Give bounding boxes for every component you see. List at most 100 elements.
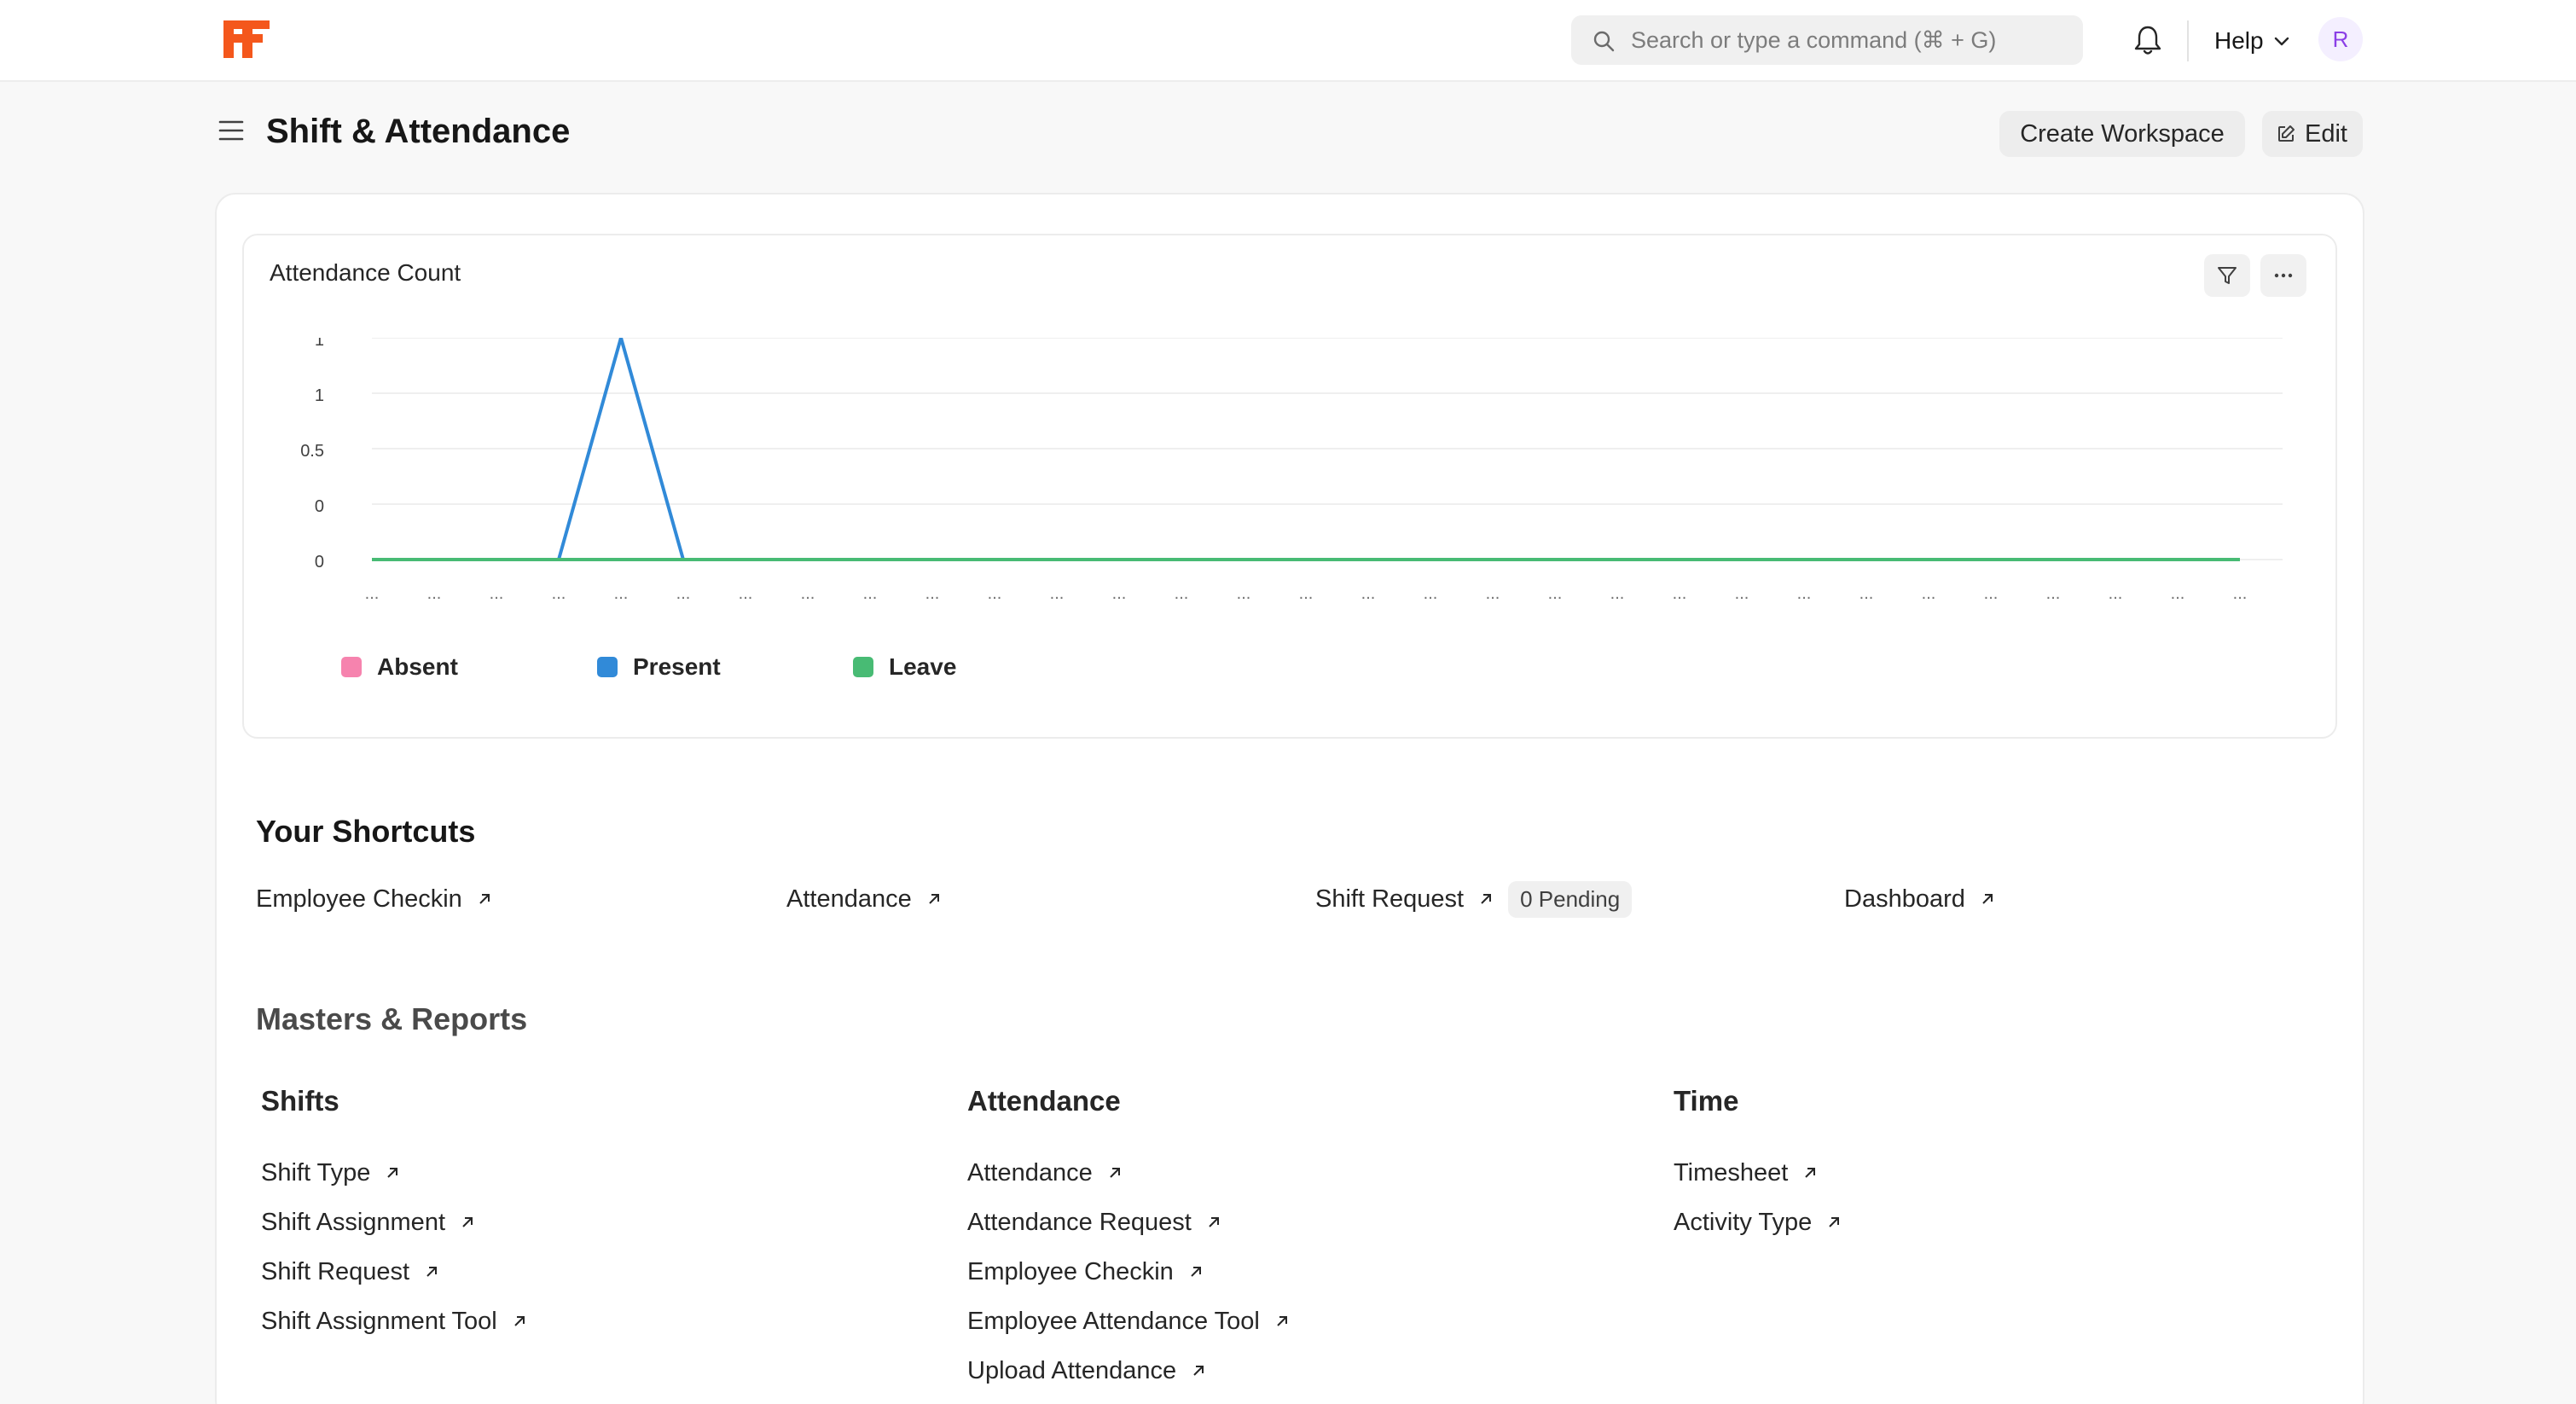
x-tick-label: ...	[552, 584, 566, 603]
x-tick-label: ...	[1299, 584, 1314, 603]
navbar-divider	[2187, 20, 2189, 61]
search-icon	[1593, 31, 1615, 52]
link-shift-request[interactable]: Shift Request	[261, 1247, 528, 1297]
notification-bell-icon[interactable]	[2132, 24, 2163, 56]
edit-icon	[2278, 125, 2295, 142]
link-label: Attendance Request	[967, 1208, 1192, 1236]
search-bar[interactable]	[1571, 15, 2083, 65]
legend-swatch	[597, 657, 618, 677]
card-links: Timesheet Activity Type	[1674, 1148, 1842, 1247]
card-title: Shifts	[261, 1085, 339, 1117]
arrow-up-right-icon	[387, 1168, 398, 1178]
attendance-chart-card: Attendance Count 1 1 0.5 0 0................…	[242, 234, 2337, 739]
arrow-up-right-icon	[479, 894, 490, 904]
link-shift-type[interactable]: Shift Type	[261, 1148, 528, 1198]
edit-button[interactable]: Edit	[2262, 111, 2363, 157]
x-tick-label: ...	[1610, 584, 1625, 603]
arrow-up-right-icon	[1209, 1217, 1219, 1227]
shortcut-dashboard[interactable]: Dashboard	[1844, 882, 1996, 916]
x-tick-label: ...	[1859, 584, 1874, 603]
shortcut-label: Employee Checkin	[256, 885, 462, 913]
x-tick-label: ...	[2046, 584, 2061, 603]
arrow-up-right-icon	[929, 894, 939, 904]
link-activity-type[interactable]: Activity Type	[1674, 1198, 1842, 1247]
x-tick-label: ...	[863, 584, 878, 603]
link-shift-assignment[interactable]: Shift Assignment	[261, 1198, 528, 1247]
page-header: Shift & Attendance Create Workspace Edit	[0, 82, 2576, 184]
shortcut-shift-request[interactable]: Shift Request 0 Pending	[1315, 880, 1633, 918]
legend-label: Leave	[889, 653, 957, 680]
link-label: Timesheet	[1674, 1158, 1789, 1186]
y-tick-label: 0.5	[300, 442, 324, 461]
legend-item-present[interactable]: Present	[597, 650, 721, 684]
x-tick-label: ...	[2233, 584, 2248, 603]
filter-icon	[2218, 267, 2237, 284]
link-label: Shift Request	[261, 1257, 410, 1285]
x-tick-label: ...	[1735, 584, 1749, 603]
x-tick-label: ...	[925, 584, 940, 603]
arrow-up-right-icon	[1481, 894, 1492, 904]
arrow-up-right-icon	[426, 1267, 438, 1277]
link-label: Shift Assignment Tool	[261, 1307, 497, 1335]
x-tick-label: ...	[1175, 584, 1189, 603]
x-tick-label: ...	[1361, 584, 1376, 603]
x-tick-label: ...	[988, 584, 1002, 603]
workspace-container: Attendance Count 1 1 0.5 0 0................…	[215, 193, 2364, 1404]
page-title: Shift & Attendance	[266, 113, 571, 150]
link-label: Employee Checkin	[967, 1257, 1174, 1285]
link-attendance[interactable]: Attendance	[967, 1148, 1291, 1198]
x-tick-label: ...	[676, 584, 691, 603]
x-tick-label: ...	[427, 584, 442, 603]
arrow-up-right-icon	[1110, 1168, 1120, 1178]
card-links: Shift Type Shift Assignment Shift Reques…	[261, 1148, 528, 1346]
create-workspace-label: Create Workspace	[2020, 119, 2225, 148]
search-input[interactable]	[1631, 15, 2066, 65]
legend-item-absent[interactable]: Absent	[341, 650, 458, 684]
x-tick-label: ...	[1050, 584, 1065, 603]
legend-label: Absent	[377, 653, 458, 680]
y-tick-label: 1	[315, 338, 324, 350]
x-tick-label: ...	[801, 584, 815, 603]
link-label: Shift Type	[261, 1158, 371, 1186]
user-avatar[interactable]: R	[2318, 17, 2363, 61]
link-shift-assignment-tool[interactable]: Shift Assignment Tool	[261, 1297, 528, 1346]
shortcut-employee-checkin[interactable]: Employee Checkin	[256, 882, 493, 916]
arrow-up-right-icon	[1982, 894, 1993, 904]
sidebar-toggle-icon[interactable]	[218, 118, 244, 143]
arrow-up-right-icon	[1805, 1168, 1816, 1178]
arrow-up-right-icon	[1191, 1267, 1201, 1277]
card-attendance: Attendance Attendance Attendance Request…	[967, 1085, 1291, 1395]
link-label: Activity Type	[1674, 1208, 1813, 1236]
x-tick-label: ...	[1424, 584, 1438, 603]
x-tick-label: ...	[1984, 584, 1999, 603]
link-timesheet[interactable]: Timesheet	[1674, 1148, 1842, 1198]
y-tick-label: 1	[315, 386, 324, 405]
shortcut-attendance[interactable]: Attendance	[786, 882, 943, 916]
link-employee-attendance-tool[interactable]: Employee Attendance Tool	[967, 1297, 1291, 1346]
chart-filter-button[interactable]	[2204, 254, 2250, 297]
frappe-logo-icon[interactable]	[220, 17, 273, 61]
x-tick-label: ...	[1112, 584, 1127, 603]
link-attendance-request[interactable]: Attendance Request	[967, 1198, 1291, 1247]
masters-reports-title: Masters & Reports	[256, 1001, 528, 1036]
chart-title: Attendance Count	[270, 259, 461, 286]
navbar: Help R	[0, 0, 2576, 82]
chart-more-button[interactable]	[2260, 254, 2306, 297]
x-tick-label: ...	[1486, 584, 1500, 603]
x-tick-label: ...	[1237, 584, 1251, 603]
shortcut-label: Dashboard	[1844, 885, 1965, 913]
create-workspace-button[interactable]: Create Workspace	[1999, 111, 2245, 157]
arrow-up-right-icon	[514, 1316, 525, 1326]
x-tick-label: ...	[490, 584, 504, 603]
attendance-line-chart: 1 1 0.5 0 0.................................…	[300, 338, 2283, 603]
legend-item-leave[interactable]: Leave	[853, 650, 956, 684]
x-tick-label: ...	[1922, 584, 1936, 603]
x-tick-label: ...	[614, 584, 629, 603]
link-upload-attendance[interactable]: Upload Attendance	[967, 1346, 1291, 1395]
shortcut-label: Shift Request	[1315, 885, 1465, 913]
link-employee-checkin[interactable]: Employee Checkin	[967, 1247, 1291, 1297]
x-tick-label: ...	[2171, 584, 2185, 603]
card-title: Time	[1674, 1085, 1739, 1117]
help-dropdown[interactable]: Help	[2214, 24, 2291, 58]
shortcuts-title: Your Shortcuts	[256, 814, 476, 849]
